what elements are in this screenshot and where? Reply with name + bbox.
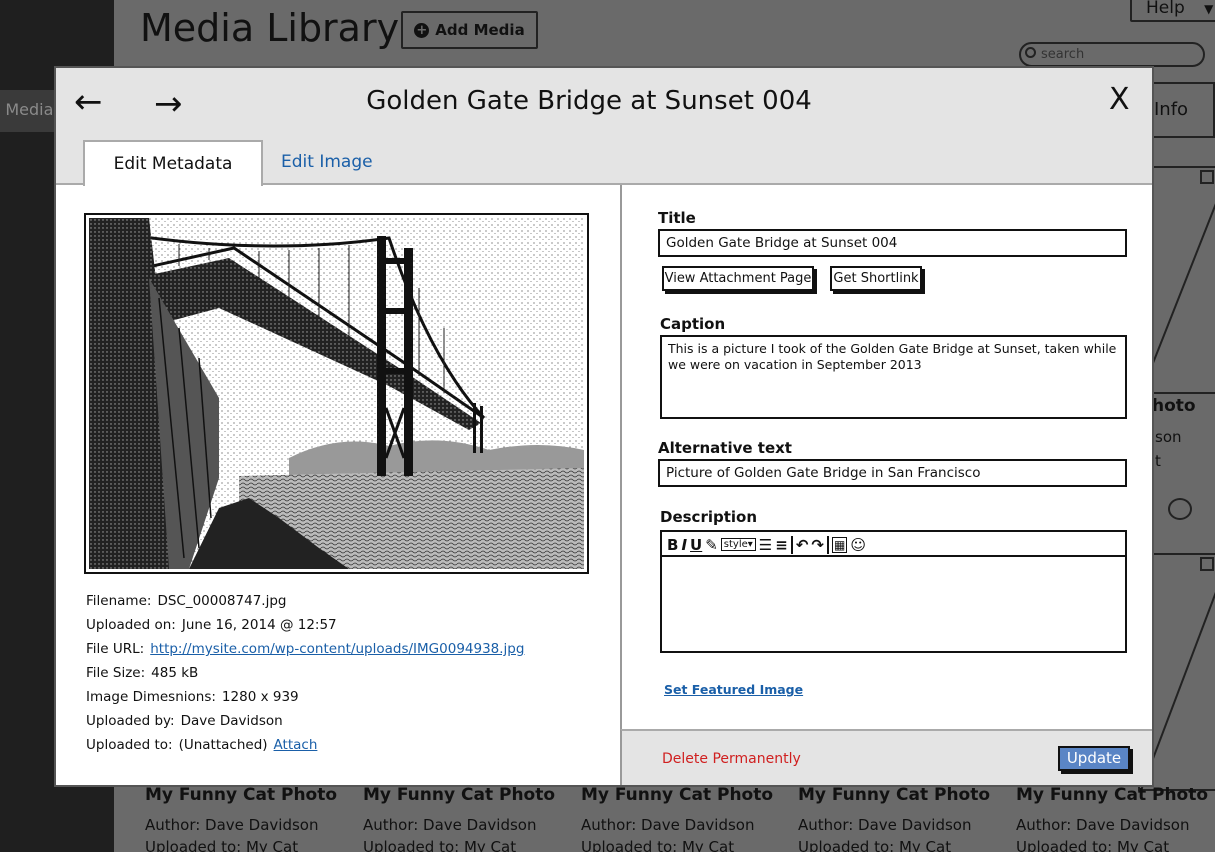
search-input[interactable]: search xyxy=(1019,42,1205,67)
title-field[interactable]: Golden Gate Bridge at Sunset 004 xyxy=(658,229,1127,257)
card-author: Author: Dave Davidson xyxy=(798,816,972,834)
uploaded-by-value: Dave Davidson xyxy=(180,713,283,729)
undo-icon[interactable]: ↶ xyxy=(796,536,809,554)
underline-icon[interactable]: U xyxy=(690,536,702,554)
help-dropdown[interactable]: Help ▼ xyxy=(1130,0,1215,22)
tab-edit-metadata[interactable]: Edit Metadata xyxy=(83,140,263,186)
card-title[interactable]: My Funny Cat Photo xyxy=(581,785,773,805)
image-preview xyxy=(84,213,589,574)
card-title[interactable]: My Funny Cat Photo xyxy=(145,785,337,805)
numbered-list-icon[interactable]: ≡ xyxy=(775,536,788,554)
uploaded-on-row: Uploaded on: June 16, 2014 @ 12:57 xyxy=(86,617,337,633)
dimensions-value: 1280 x 939 xyxy=(221,689,299,705)
uploaded-by-row: Uploaded by: Dave Davidson xyxy=(86,713,283,729)
card-author: Author: Dave Davidson xyxy=(145,816,319,834)
plus-icon: + xyxy=(414,22,430,38)
card-title[interactable]: My Funny Cat Photo xyxy=(1016,785,1208,805)
filename-row: Filename: DSC_00008747.jpg xyxy=(86,593,287,609)
sidebar-item-label: ) Media xyxy=(0,100,54,119)
description-label: Description xyxy=(660,508,758,526)
description-field[interactable] xyxy=(660,555,1127,653)
close-button[interactable]: X xyxy=(1109,82,1130,117)
bold-icon[interactable]: B xyxy=(667,536,678,554)
bullet-list-icon[interactable]: ☰ xyxy=(759,536,772,554)
italic-icon[interactable]: I xyxy=(681,536,687,554)
card-uploaded: t xyxy=(1155,452,1161,470)
card-author: Author: Dave Davidson xyxy=(581,816,755,834)
dimensions-row: Image Dimesnions: 1280 x 939 xyxy=(86,689,299,705)
comment-icon[interactable] xyxy=(1168,498,1192,520)
select-checkbox[interactable] xyxy=(1200,170,1214,184)
search-icon xyxy=(1025,47,1036,58)
card-author: Author: Dave Davidson xyxy=(363,816,537,834)
toolbar-divider xyxy=(790,535,793,554)
modal-footer: Delete Permanently Update xyxy=(620,729,1152,785)
alt-text-field[interactable]: Picture of Golden Gate Bridge in San Fra… xyxy=(658,459,1127,487)
file-url-row: File URL: http://mysite.com/wp-content/up… xyxy=(86,641,525,657)
card-author: Author: Dave Davidson xyxy=(1016,816,1190,834)
card-uploaded: Uploaded to: My Cat xyxy=(798,838,952,852)
card-title: hoto xyxy=(1152,396,1196,416)
page-title: Media Library xyxy=(140,6,400,50)
modal-title: Golden Gate Bridge at Sunset 004 xyxy=(366,86,812,116)
card-title[interactable]: My Funny Cat Photo xyxy=(363,785,555,805)
insert-image-icon[interactable]: ▦ xyxy=(831,536,848,553)
attachment-details-modal: ← → Golden Gate Bridge at Sunset 004 X E… xyxy=(54,66,1154,787)
delete-permanently-link[interactable]: Delete Permanently xyxy=(662,751,801,767)
card-uploaded: Uploaded to: My Cat xyxy=(581,838,735,852)
uploaded-to-value: (Unattached) xyxy=(178,737,268,753)
file-url-link[interactable]: http://mysite.com/wp-content/uploads/IMG… xyxy=(150,641,524,657)
style-dropdown[interactable]: style▾ xyxy=(720,538,756,551)
tab-edit-image[interactable]: Edit Image xyxy=(281,152,373,172)
select-checkbox[interactable] xyxy=(1200,557,1214,571)
caption-label: Caption xyxy=(660,315,726,333)
uploaded-to-row: Uploaded to: (Unattached) Attach xyxy=(86,737,318,753)
set-featured-image-link[interactable]: Set Featured Image xyxy=(664,682,803,697)
editor-toolbar: B I U ✎ style▾ ☰ ≡ ↶ ↷ ▦ ☺ xyxy=(660,530,1127,557)
file-size-value: 485 kB xyxy=(151,665,199,681)
view-attachment-page-button[interactable]: View Attachment Page xyxy=(662,266,814,291)
alt-text-label: Alternative text xyxy=(658,439,792,457)
metadata-form: Title Golden Gate Bridge at Sunset 004 V… xyxy=(620,185,1152,729)
card-author: son xyxy=(1155,428,1182,446)
card-title[interactable]: My Funny Cat Photo xyxy=(798,785,990,805)
get-shortlink-button[interactable]: Get Shortlink xyxy=(830,266,922,291)
card-uploaded: Uploaded to: My Cat xyxy=(363,838,517,852)
toolbar-divider xyxy=(826,535,829,554)
add-media-button[interactable]: + Add Media xyxy=(401,11,538,49)
file-size-row: File Size: 485 kB xyxy=(86,665,199,681)
update-button[interactable]: Update xyxy=(1058,746,1130,771)
uploaded-on-value: June 16, 2014 @ 12:57 xyxy=(181,617,337,633)
card-uploaded: Uploaded to: My Cat xyxy=(1016,838,1170,852)
golden-gate-bridge-photo xyxy=(89,218,584,569)
emoji-icon[interactable]: ☺ xyxy=(850,536,866,554)
card-uploaded: Uploaded to: My Cat xyxy=(145,838,299,852)
text-color-icon[interactable]: ✎ xyxy=(705,536,718,554)
attach-link[interactable]: Attach xyxy=(274,737,318,753)
filename-value: DSC_00008747.jpg xyxy=(157,593,287,609)
caption-field[interactable]: This is a picture I took of the Golden G… xyxy=(660,335,1127,419)
redo-icon[interactable]: ↷ xyxy=(811,536,824,554)
chevron-down-icon: ▼ xyxy=(1204,2,1214,16)
title-label: Title xyxy=(658,209,696,227)
